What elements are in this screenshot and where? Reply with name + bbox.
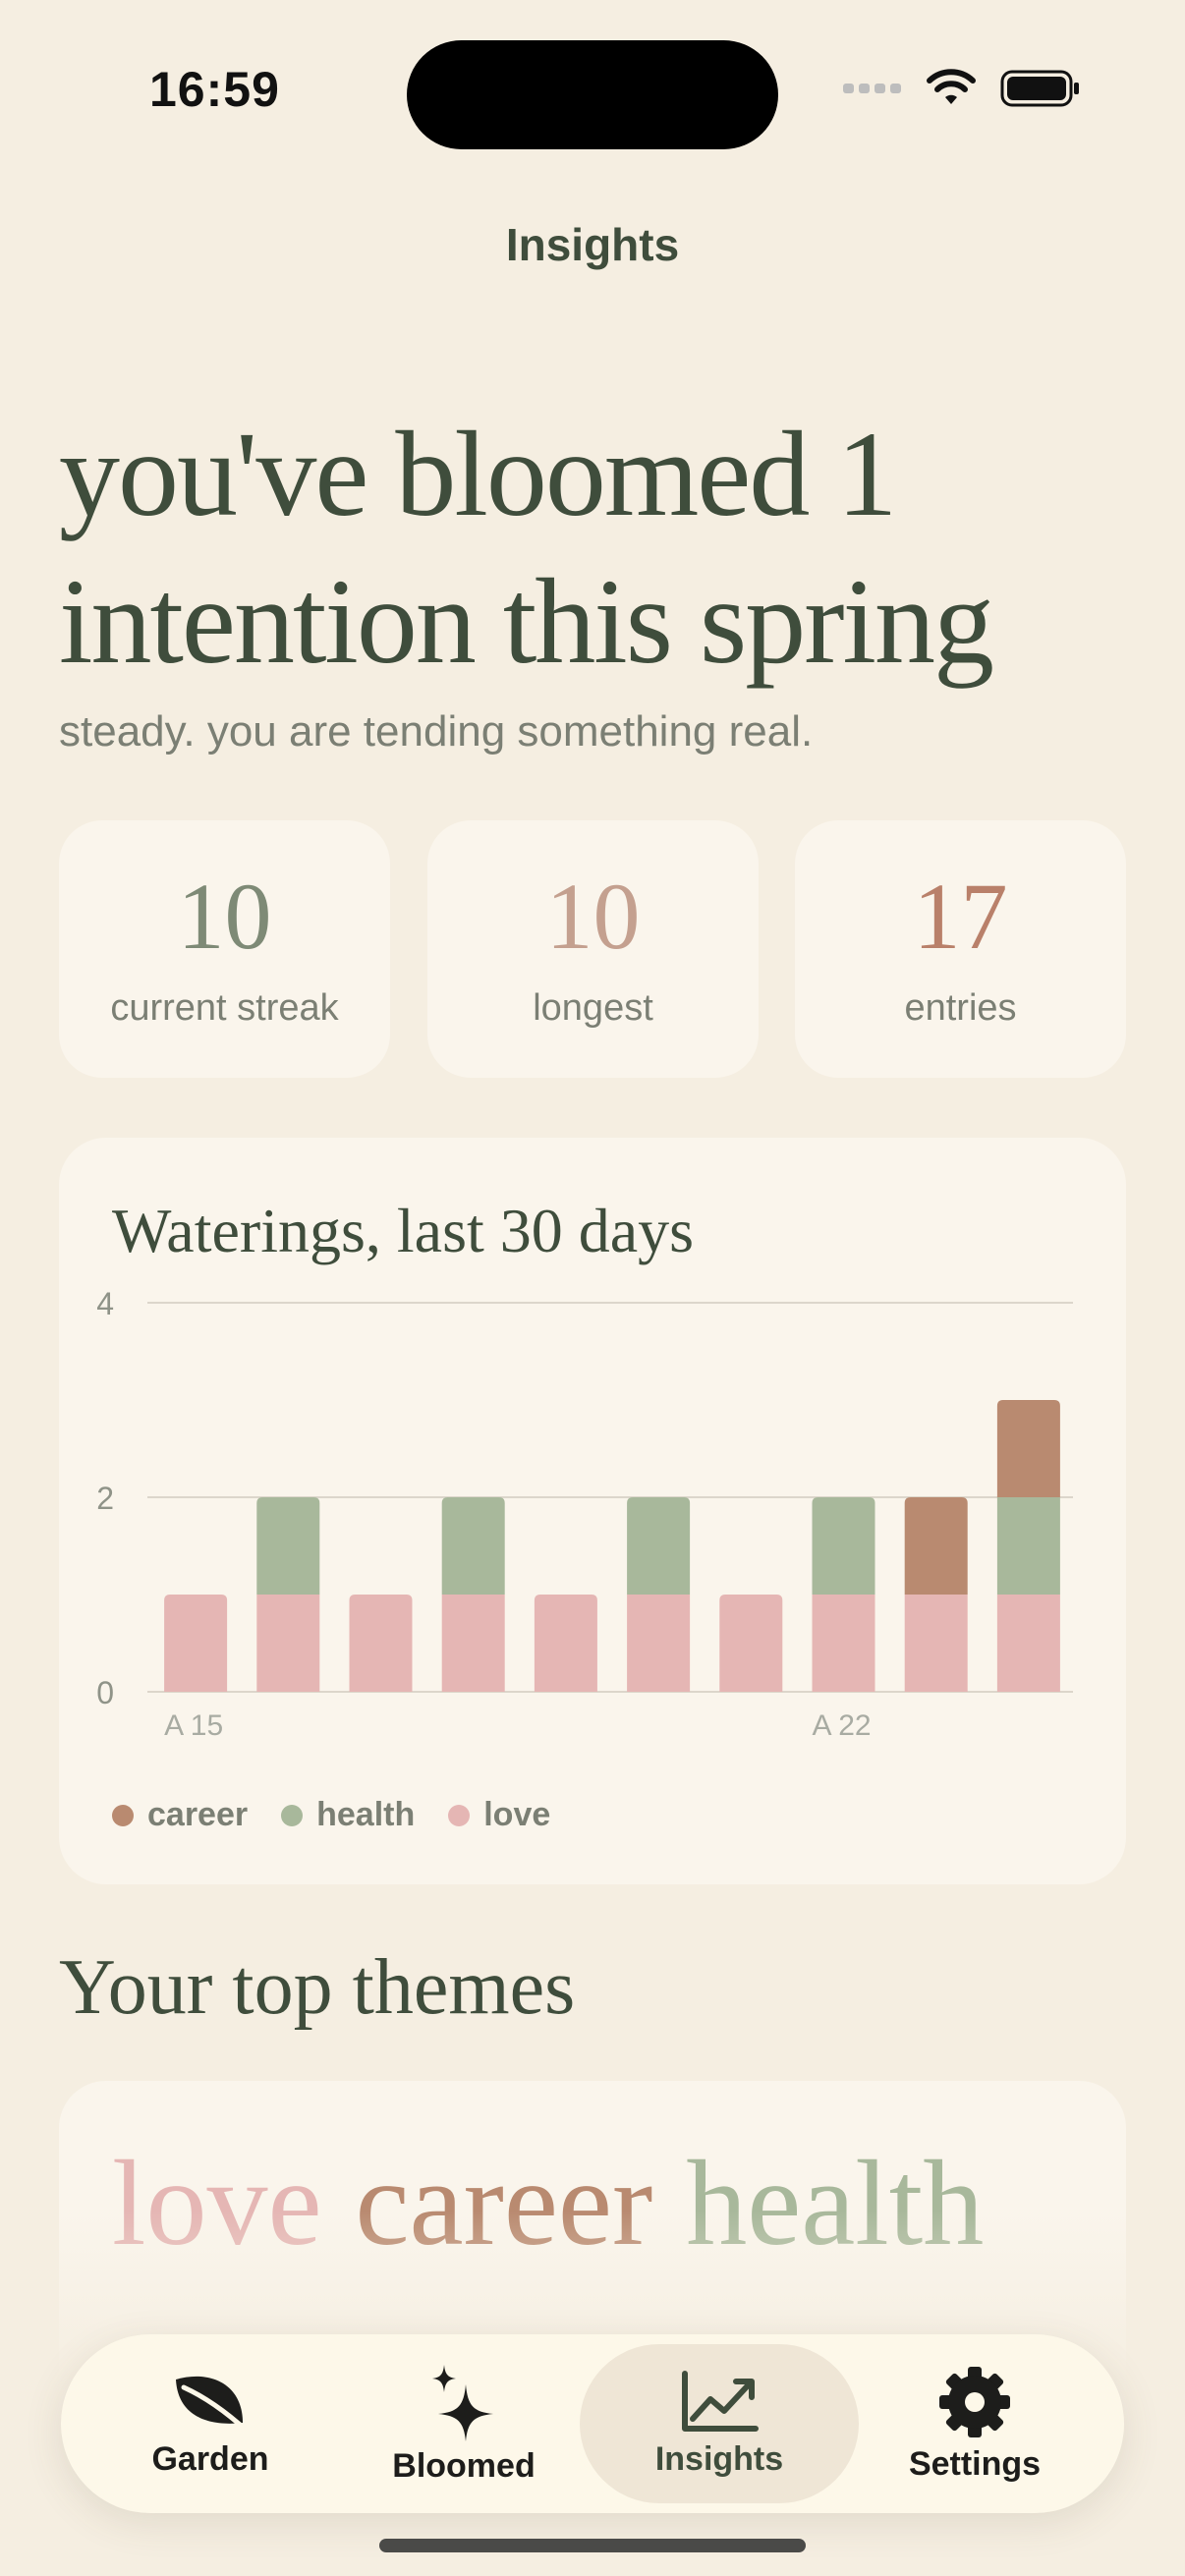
tab-garden[interactable]: Garden [71,2344,350,2503]
hero-line-2: intention this spring [59,554,994,689]
stat-label: entries [904,987,1017,1029]
bar-segment-health [627,1497,691,1595]
legend-swatch-career [112,1804,134,1826]
status-time: 16:59 [149,62,280,117]
bar-segment-love [904,1595,968,1692]
legend-label: career [147,1796,249,1833]
stat-value: 10 [545,864,641,969]
tab-bloomed[interactable]: Bloomed [324,2344,603,2503]
x-tick-label: A 15 [164,1709,223,1742]
y-tick-label: 2 [96,1481,114,1516]
chart-legend: career health love [112,1796,550,1834]
waterings-chart: 0 2 4 A 15 A 22 [96,1286,1073,1742]
chart-icon [682,2370,759,2432]
tab-label: Garden [151,2439,269,2478]
hero-heading: you've bloomed 1 intention this spring [59,401,1140,696]
bar-segment-love [441,1595,505,1692]
bar-segment-health [812,1497,875,1595]
stat-card-current-streak: 10 current streak [59,820,390,1078]
tab-settings[interactable]: Settings [835,2344,1114,2503]
bar-segment-health [256,1497,320,1595]
bar-segment-love [719,1595,783,1692]
legend-item-health: health [281,1796,415,1834]
bar-segment-love [164,1595,228,1692]
stat-value: 10 [177,864,272,969]
y-tick-label: 4 [96,1286,114,1321]
leaf-icon [176,2376,250,2433]
dynamic-island [407,40,778,149]
page-title: Insights [505,219,680,270]
y-tick-label: 0 [96,1675,114,1710]
bar-segment-love [812,1595,875,1692]
tab-label: Bloomed [392,2446,536,2485]
hero-subtitle: steady. you are tending something real. [59,707,814,756]
insights-screen: 16:59 Insights you've bloomed 1 intentio… [0,0,1185,2576]
legend-label: health [316,1796,416,1833]
hero-line-1: you've bloomed 1 [59,407,897,541]
legend-item-career: career [112,1796,248,1834]
wifi-icon [927,69,976,104]
stat-value: 17 [913,864,1008,969]
cellular-signal-icon [843,84,901,93]
bar-segment-love [256,1595,320,1692]
bar-segment-career [904,1497,968,1595]
legend-swatch-love [448,1804,471,1826]
waterings-chart-card: Waterings, last 30 days 024A 15 A 22 care… [59,1138,1126,1884]
bar-segment-love [996,1595,1060,1692]
bar-segment-health [441,1497,505,1595]
stat-label: longest [533,987,653,1029]
stat-card-longest: 10 longest [427,820,759,1078]
stat-label: current streak [110,987,339,1029]
bar-segment-health [996,1497,1060,1595]
status-icons [843,69,1081,108]
legend-label: love [483,1796,551,1833]
x-tick-label: A 22 [813,1709,872,1742]
top-themes-title: Your top themes [59,1944,576,2031]
legend-item-love: love [448,1796,550,1834]
tab-label: Insights [654,2439,784,2478]
bar-segment-love [534,1595,597,1692]
bar-segment-love [627,1595,691,1692]
sparkles-icon [432,2364,493,2441]
stat-card-entries: 17 entries [795,820,1126,1078]
gear-icon [939,2366,1010,2437]
legend-swatch-health [281,1804,304,1826]
bar-segment-love [349,1595,413,1692]
home-indicator [379,2539,806,2552]
battery-icon [1000,70,1079,107]
bar-segment-career [996,1400,1060,1497]
tab-bar: Garden Bloomed Insights Settings [61,2334,1124,2513]
tab-label: Settings [908,2444,1042,2483]
tab-insights[interactable]: Insights [580,2344,859,2503]
